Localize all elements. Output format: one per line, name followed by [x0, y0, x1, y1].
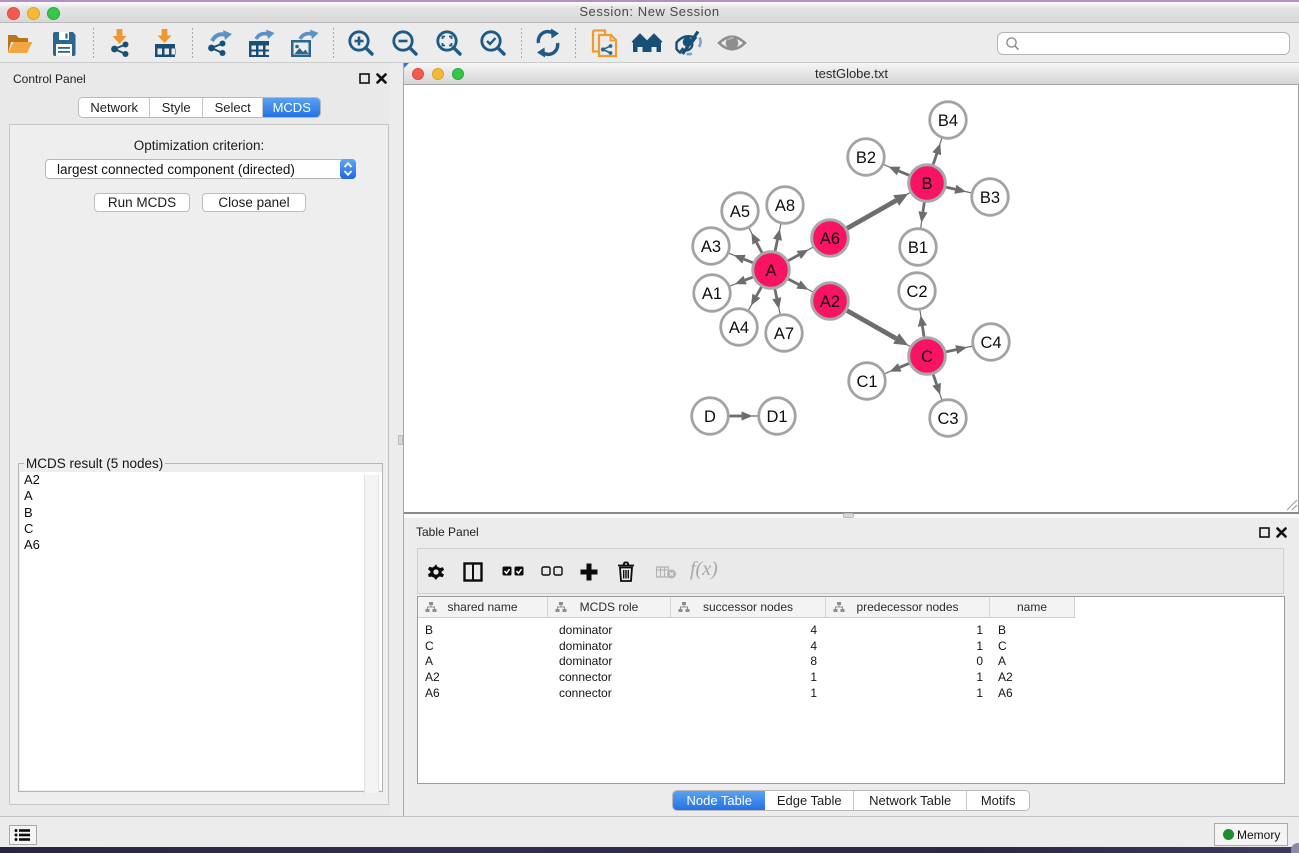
svg-text:A7: A7 [774, 325, 794, 343]
svg-text:B: B [921, 175, 932, 193]
svg-text:C2: C2 [906, 283, 927, 301]
svg-text:A8: A8 [775, 197, 795, 215]
svg-text:A1: A1 [702, 285, 722, 303]
svg-text:A2: A2 [820, 293, 840, 311]
svg-text:C1: C1 [856, 373, 877, 391]
svg-text:C4: C4 [980, 334, 1001, 352]
svg-text:A5: A5 [730, 203, 750, 221]
svg-text:C: C [921, 348, 933, 366]
svg-text:A: A [765, 262, 776, 280]
svg-text:A6: A6 [820, 230, 840, 248]
svg-text:A4: A4 [729, 319, 749, 337]
svg-text:B3: B3 [980, 189, 1000, 207]
svg-text:B4: B4 [938, 112, 958, 130]
svg-text:D1: D1 [766, 408, 787, 426]
svg-text:A3: A3 [701, 238, 721, 256]
svg-text:C3: C3 [937, 410, 958, 428]
svg-text:B1: B1 [908, 239, 928, 257]
svg-text:D: D [704, 408, 716, 426]
svg-text:B2: B2 [856, 149, 876, 167]
